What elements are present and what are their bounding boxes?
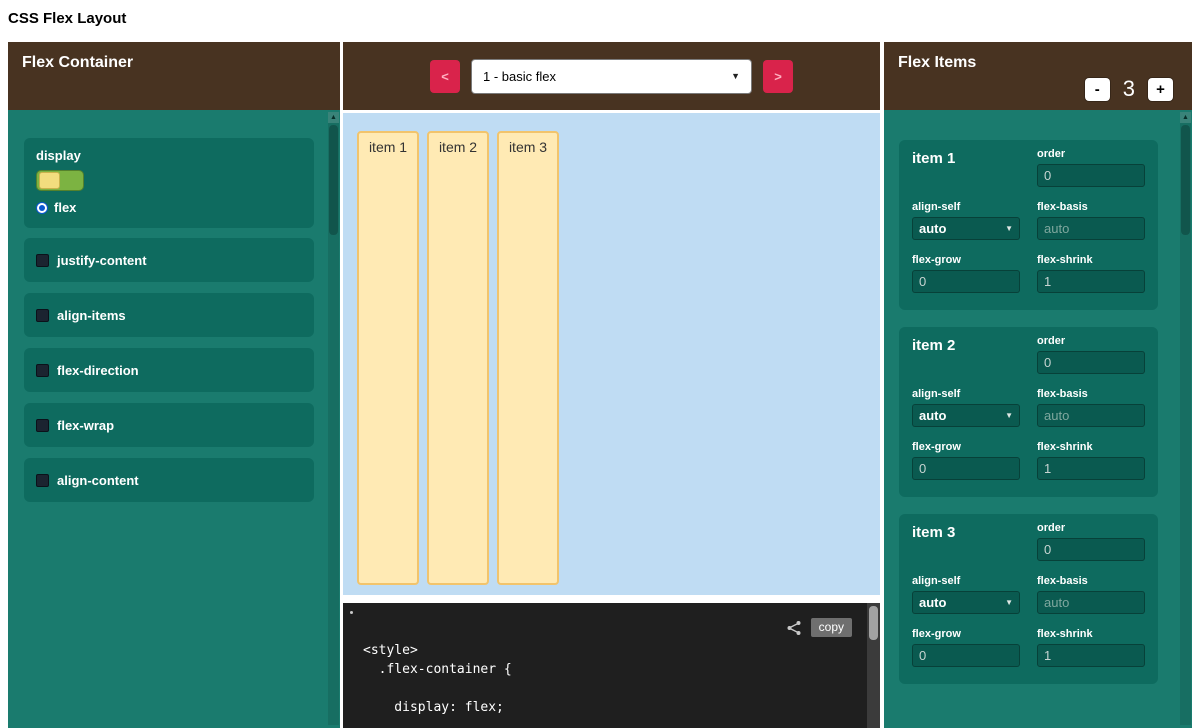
flex-direction-group: flex-direction xyxy=(24,348,314,392)
flex-grow-input[interactable] xyxy=(912,270,1020,293)
scrollbar-thumb[interactable] xyxy=(1181,125,1190,235)
align-self-label: align-self xyxy=(912,388,1020,400)
chevron-down-icon: ▼ xyxy=(731,71,740,81)
align-self-select[interactable]: auto ▼ xyxy=(912,404,1020,427)
code-line: .flex-container { xyxy=(363,660,512,679)
align-content-group: align-content xyxy=(24,458,314,502)
code-line xyxy=(363,679,512,698)
flex-radio[interactable] xyxy=(36,202,48,214)
code-panel: copy <style> .flex-container { display: … xyxy=(343,603,880,728)
align-self-value: auto xyxy=(919,221,946,236)
share-icon[interactable] xyxy=(786,620,802,636)
flex-wrap-label: flex-wrap xyxy=(57,418,114,433)
align-self-select[interactable]: auto ▼ xyxy=(912,217,1020,240)
flex-basis-input[interactable] xyxy=(1037,404,1145,427)
copy-button[interactable]: copy xyxy=(811,618,852,637)
flex-shrink-input[interactable] xyxy=(1037,270,1145,293)
item-count: 3 xyxy=(1123,76,1135,102)
align-content-checkbox[interactable] xyxy=(36,474,49,487)
item-1-title: item 1 xyxy=(912,150,955,167)
order-label: order xyxy=(1037,522,1145,534)
display-toggle-knob xyxy=(39,172,60,189)
preview-item-1: item 1 xyxy=(357,131,419,585)
scrollbar-thumb[interactable] xyxy=(329,125,338,235)
next-example-button[interactable]: > xyxy=(763,60,793,93)
flex-direction-label: flex-direction xyxy=(57,363,139,378)
flex-grow-label: flex-grow xyxy=(912,628,1020,640)
item-2-title: item 2 xyxy=(912,337,955,354)
flex-wrap-checkbox[interactable] xyxy=(36,419,49,432)
justify-content-label: justify-content xyxy=(57,253,147,268)
example-select[interactable]: 1 - basic flex ▼ xyxy=(471,59,752,94)
align-items-group: align-items xyxy=(24,293,314,337)
align-self-value: auto xyxy=(919,595,946,610)
flex-grow-label: flex-grow xyxy=(912,441,1020,453)
flex-wrap-group: flex-wrap xyxy=(24,403,314,447)
order-label: order xyxy=(1037,335,1145,347)
code-dot xyxy=(350,611,353,614)
flex-shrink-input[interactable] xyxy=(1037,457,1145,480)
order-label: order xyxy=(1037,148,1145,160)
item-3-card: item 3 order align-self auto ▼ flex-basi… xyxy=(899,514,1158,684)
flex-basis-label: flex-basis xyxy=(1037,388,1145,400)
align-self-select[interactable]: auto ▼ xyxy=(912,591,1020,614)
preview-item-3: item 3 xyxy=(497,131,559,585)
flex-grow-input[interactable] xyxy=(912,457,1020,480)
flex-shrink-label: flex-shrink xyxy=(1037,441,1145,453)
code-line: display: flex; xyxy=(363,698,512,717)
right-panel-scrollbar[interactable]: ▲ xyxy=(1180,112,1191,725)
example-toolbar: < 1 - basic flex ▼ > xyxy=(343,42,880,110)
order-input[interactable] xyxy=(1037,351,1145,374)
flex-radio-label: flex xyxy=(54,200,76,215)
chevron-down-icon: ▼ xyxy=(1005,598,1013,607)
align-self-label: align-self xyxy=(912,201,1020,213)
flex-basis-input[interactable] xyxy=(1037,591,1145,614)
align-self-value: auto xyxy=(919,408,946,423)
item-3-title: item 3 xyxy=(912,524,955,541)
scroll-up-icon[interactable]: ▲ xyxy=(1180,112,1191,123)
add-item-button[interactable]: + xyxy=(1148,78,1173,101)
remove-item-button[interactable]: - xyxy=(1085,78,1110,101)
display-group: display flex xyxy=(24,138,314,228)
justify-content-group: justify-content xyxy=(24,238,314,282)
justify-content-checkbox[interactable] xyxy=(36,254,49,267)
chevron-down-icon: ▼ xyxy=(1005,224,1013,233)
flex-basis-label: flex-basis xyxy=(1037,575,1145,587)
flex-grow-label: flex-grow xyxy=(912,254,1020,266)
left-panel-scrollbar[interactable]: ▲ xyxy=(328,112,339,725)
display-toggle[interactable] xyxy=(36,170,84,191)
align-self-label: align-self xyxy=(912,575,1020,587)
code-line: <style> xyxy=(363,641,512,660)
order-input[interactable] xyxy=(1037,164,1145,187)
flex-basis-label: flex-basis xyxy=(1037,201,1145,213)
page-title: CSS Flex Layout xyxy=(8,10,126,27)
flex-direction-checkbox[interactable] xyxy=(36,364,49,377)
align-content-label: align-content xyxy=(57,473,139,488)
flex-shrink-label: flex-shrink xyxy=(1037,628,1145,640)
code-scrollbar-thumb[interactable] xyxy=(869,606,878,640)
flex-grow-input[interactable] xyxy=(912,644,1020,667)
code-text: <style> .flex-container { display: flex; xyxy=(363,641,512,717)
flex-shrink-input[interactable] xyxy=(1037,644,1145,667)
align-items-checkbox[interactable] xyxy=(36,309,49,322)
flex-preview-area: item 1 item 2 item 3 xyxy=(343,113,880,595)
order-input[interactable] xyxy=(1037,538,1145,561)
chevron-down-icon: ▼ xyxy=(1005,411,1013,420)
prev-example-button[interactable]: < xyxy=(430,60,460,93)
example-select-value: 1 - basic flex xyxy=(483,69,556,84)
preview-item-2: item 2 xyxy=(427,131,489,585)
item-1-card: item 1 order align-self auto ▼ flex-basi… xyxy=(899,140,1158,310)
item-2-card: item 2 order align-self auto ▼ flex-basi… xyxy=(899,327,1158,497)
flex-container-header: Flex Container xyxy=(8,42,340,110)
align-items-label: align-items xyxy=(57,308,126,323)
flex-items-panel: Flex Items - 3 + item 1 order align-self… xyxy=(884,42,1192,728)
code-scrollbar[interactable] xyxy=(867,603,880,728)
display-label: display xyxy=(36,148,302,163)
flex-basis-input[interactable] xyxy=(1037,217,1145,240)
scroll-up-icon[interactable]: ▲ xyxy=(328,112,339,123)
flex-shrink-label: flex-shrink xyxy=(1037,254,1145,266)
flex-container-panel: Flex Container display flex justify-cont… xyxy=(8,42,340,728)
